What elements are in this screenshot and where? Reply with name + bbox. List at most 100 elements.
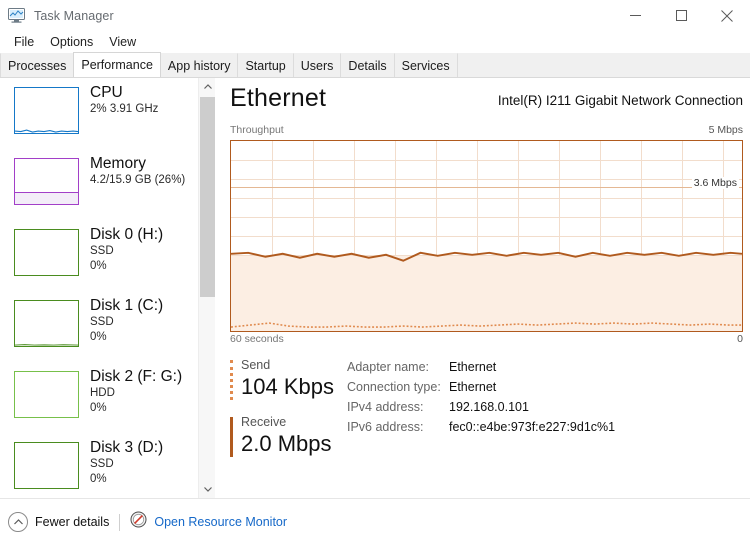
content-area: CPU 2% 3.91 GHz Memory 4.2/15.9 GB (26%)… xyxy=(0,78,750,498)
title-bar: Task Manager xyxy=(0,0,750,31)
adapter-info-list: Adapter name: Ethernet Connection type: … xyxy=(347,357,615,437)
performance-detail-panel: Ethernet Intel(R) I211 Gigabit Network C… xyxy=(216,78,750,498)
resource-monitor-icon xyxy=(130,511,147,533)
info-value: Ethernet xyxy=(449,380,497,394)
memory-mini-graph xyxy=(14,158,79,205)
sidebar-item-usage: 0% xyxy=(90,260,107,272)
sidebar-item-memory[interactable]: Memory 4.2/15.9 GB (26%) xyxy=(0,149,198,220)
send-stat: Send 104 Kbps xyxy=(230,357,334,401)
send-label: Send xyxy=(241,358,271,372)
footer-divider xyxy=(119,513,121,531)
disk-3-mini-graph xyxy=(14,442,79,489)
open-resource-monitor-link[interactable]: Open Resource Monitor xyxy=(130,511,287,533)
tab-processes[interactable]: Processes xyxy=(0,53,75,77)
info-value: 192.168.0.101 xyxy=(449,400,529,414)
sidebar-item-title: Disk 2 (F: G:) xyxy=(90,368,183,385)
sidebar-memory-text: Memory 4.2/15.9 GB (26%) xyxy=(90,154,185,188)
tab-users[interactable]: Users xyxy=(292,53,342,77)
sidebar-scrollbar[interactable] xyxy=(198,78,215,498)
sidebar-item-title: Memory xyxy=(90,155,146,172)
tab-app-history[interactable]: App history xyxy=(159,53,239,77)
sidebar-disk-0-text: Disk 0 (H:) SSD 0% xyxy=(90,225,163,274)
sidebar-item-title: Disk 3 (D:) xyxy=(90,439,164,456)
info-value: Ethernet xyxy=(449,360,497,374)
sidebar-disk-3-text: Disk 3 (D:) SSD 0% xyxy=(90,438,163,487)
graph-title: Throughput xyxy=(230,124,284,136)
send-color-marker xyxy=(230,360,233,400)
menu-view[interactable]: View xyxy=(101,34,144,50)
graph-axis-labels: Throughput 5 Mbps xyxy=(230,124,743,138)
menu-bar: File Options View xyxy=(0,31,750,53)
info-key: Adapter name: xyxy=(347,360,429,374)
sidebar-item-usage: 0% xyxy=(90,402,107,414)
disk-2-mini-graph xyxy=(14,371,79,418)
adapter-heading: Intel(R) I211 Gigabit Network Connection xyxy=(497,93,743,108)
page-title: Ethernet xyxy=(230,84,327,112)
task-manager-window: Task Manager File Options View Processes… xyxy=(0,0,750,545)
sidebar-item-disk-0[interactable]: Disk 0 (H:) SSD 0% xyxy=(0,220,198,291)
window-title: Task Manager xyxy=(34,8,114,23)
sidebar-item-title: Disk 1 (C:) xyxy=(90,297,164,314)
info-key: IPv6 address: xyxy=(347,420,424,434)
sidebar-item-title: CPU xyxy=(90,84,123,101)
chevron-up-circle-icon xyxy=(8,512,28,532)
tab-strip: Processes Performance App history Startu… xyxy=(0,52,750,78)
graph-y-max: 5 Mbps xyxy=(708,124,743,136)
sidebar-item-sub: 2% 3.91 GHz xyxy=(90,103,159,115)
sidebar-item-sub: SSD xyxy=(90,245,114,257)
send-line xyxy=(231,322,742,328)
resource-monitor-label: Open Resource Monitor xyxy=(154,515,288,529)
sidebar-cpu-text: CPU 2% 3.91 GHz xyxy=(90,83,158,117)
tab-details[interactable]: Details xyxy=(340,53,395,77)
sidebar-item-cpu[interactable]: CPU 2% 3.91 GHz xyxy=(0,78,198,149)
graph-footer-labels: 60 seconds 0 xyxy=(230,333,743,349)
fewer-details-button[interactable]: Fewer details xyxy=(8,512,109,532)
info-row: Adapter name: Ethernet xyxy=(347,357,615,377)
receive-value: 2.0 Mbps xyxy=(241,431,332,456)
info-key: IPv4 address: xyxy=(347,400,424,414)
info-key: Connection type: xyxy=(347,380,441,394)
menu-options[interactable]: Options xyxy=(42,34,101,50)
scroll-up-icon[interactable] xyxy=(199,78,216,95)
info-row: IPv4 address: 192.168.0.101 xyxy=(347,397,615,417)
tab-services[interactable]: Services xyxy=(393,53,458,77)
fewer-details-label: Fewer details xyxy=(35,515,110,529)
receive-stat: Receive 2.0 Mbps xyxy=(230,414,332,458)
graph-y-min: 0 xyxy=(737,333,743,345)
panel-header: Ethernet Intel(R) I211 Gigabit Network C… xyxy=(216,78,750,124)
sidebar-item-title: Disk 0 (H:) xyxy=(90,226,164,243)
sidebar-item-sub: SSD xyxy=(90,458,114,470)
sidebar-item-disk-1[interactable]: Disk 1 (C:) SSD 0% xyxy=(0,291,198,362)
graph-time-range: 60 seconds xyxy=(230,333,284,345)
window-controls xyxy=(612,0,750,31)
sidebar-item-disk-2[interactable]: Disk 2 (F: G:) HDD 0% xyxy=(0,362,198,433)
close-button[interactable] xyxy=(704,0,750,31)
tab-performance[interactable]: Performance xyxy=(73,52,161,77)
scroll-down-icon[interactable] xyxy=(199,481,216,498)
sidebar-disk-2-text: Disk 2 (F: G:) HDD 0% xyxy=(90,367,182,416)
sidebar-item-sub: HDD xyxy=(90,387,115,399)
disk-1-mini-graph xyxy=(14,300,79,347)
tab-startup[interactable]: Startup xyxy=(237,53,294,77)
receive-label: Receive xyxy=(241,415,287,429)
send-value: 104 Kbps xyxy=(241,374,334,399)
info-row: Connection type: Ethernet xyxy=(347,377,615,397)
task-manager-icon xyxy=(8,8,25,23)
maximize-button[interactable] xyxy=(658,0,704,31)
footer-bar: Fewer details Open Resource Monitor xyxy=(0,498,750,545)
sidebar-item-disk-3[interactable]: Disk 3 (D:) SSD 0% xyxy=(0,433,198,498)
sidebar-disk-1-text: Disk 1 (C:) SSD 0% xyxy=(90,296,163,345)
disk-0-mini-graph xyxy=(14,229,79,276)
network-stats: Send 104 Kbps Receive 2.0 Mbps Adapter n… xyxy=(230,357,750,477)
sidebar-item-usage: 0% xyxy=(90,331,107,343)
menu-file[interactable]: File xyxy=(6,34,42,50)
scrollbar-thumb[interactable] xyxy=(200,97,215,297)
info-value: fec0::e4be:973f:e227:9d1c%1 xyxy=(449,420,616,434)
receive-color-marker xyxy=(230,417,233,457)
minimize-button[interactable] xyxy=(612,0,658,31)
throughput-graph: 3.6 Mbps xyxy=(230,140,743,332)
cpu-mini-graph xyxy=(14,87,79,134)
sidebar-item-sub: SSD xyxy=(90,316,114,328)
info-row: IPv6 address: fec0::e4be:973f:e227:9d1c%… xyxy=(347,417,615,437)
resource-sidebar[interactable]: CPU 2% 3.91 GHz Memory 4.2/15.9 GB (26%)… xyxy=(0,78,198,498)
